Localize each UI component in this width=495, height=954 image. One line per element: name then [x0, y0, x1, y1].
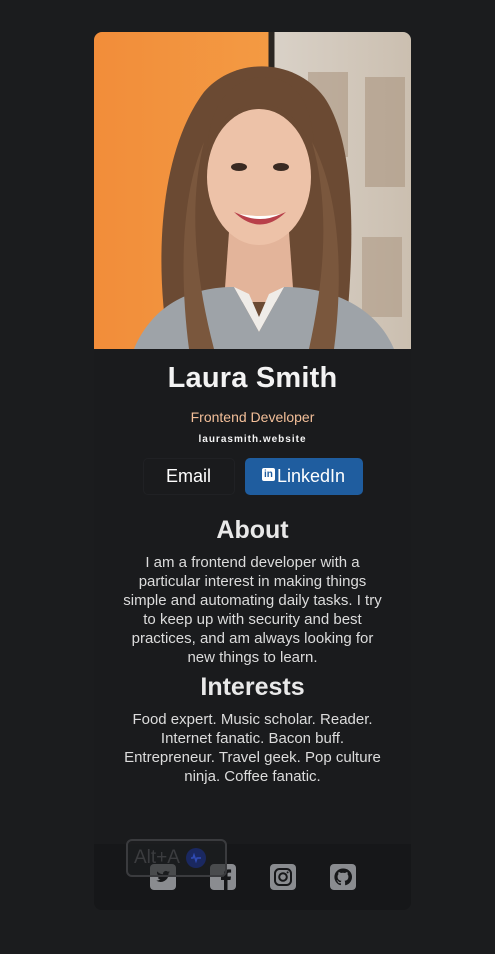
- profile-info: Laura Smith Frontend Developer laurasmit…: [94, 362, 411, 786]
- profile-name: Laura Smith: [167, 362, 338, 394]
- linkedin-button-label: LinkedIn: [276, 466, 346, 486]
- interests-text: Food expert. Music scholar. Reader. Inte…: [124, 711, 381, 785]
- shortcut-label: Alt+A: [134, 847, 180, 868]
- profile-website-link[interactable]: laurasmith.website: [94, 434, 411, 445]
- about-text: I am a frontend developer with a particu…: [123, 554, 382, 666]
- assistant-icon: [185, 848, 206, 868]
- profile-title: Frontend Developer: [190, 409, 315, 425]
- profile-card: Laura Smith Frontend Developer laurasmit…: [94, 32, 411, 910]
- email-button[interactable]: Email: [142, 458, 235, 495]
- github-icon[interactable]: [329, 864, 356, 890]
- linkedin-button[interactable]: in LinkedIn: [244, 458, 363, 495]
- interests-heading: Interests: [200, 673, 305, 701]
- profile-photo: [94, 32, 411, 349]
- about-heading: About: [216, 516, 289, 544]
- email-button-label: Email: [165, 466, 211, 486]
- shortcut-overlay[interactable]: Alt+A: [126, 839, 227, 877]
- portrait-illustration: [134, 66, 405, 349]
- linkedin-icon: in: [261, 467, 275, 481]
- contact-buttons: Email in LinkedIn: [94, 458, 411, 495]
- instagram-icon[interactable]: [269, 864, 296, 890]
